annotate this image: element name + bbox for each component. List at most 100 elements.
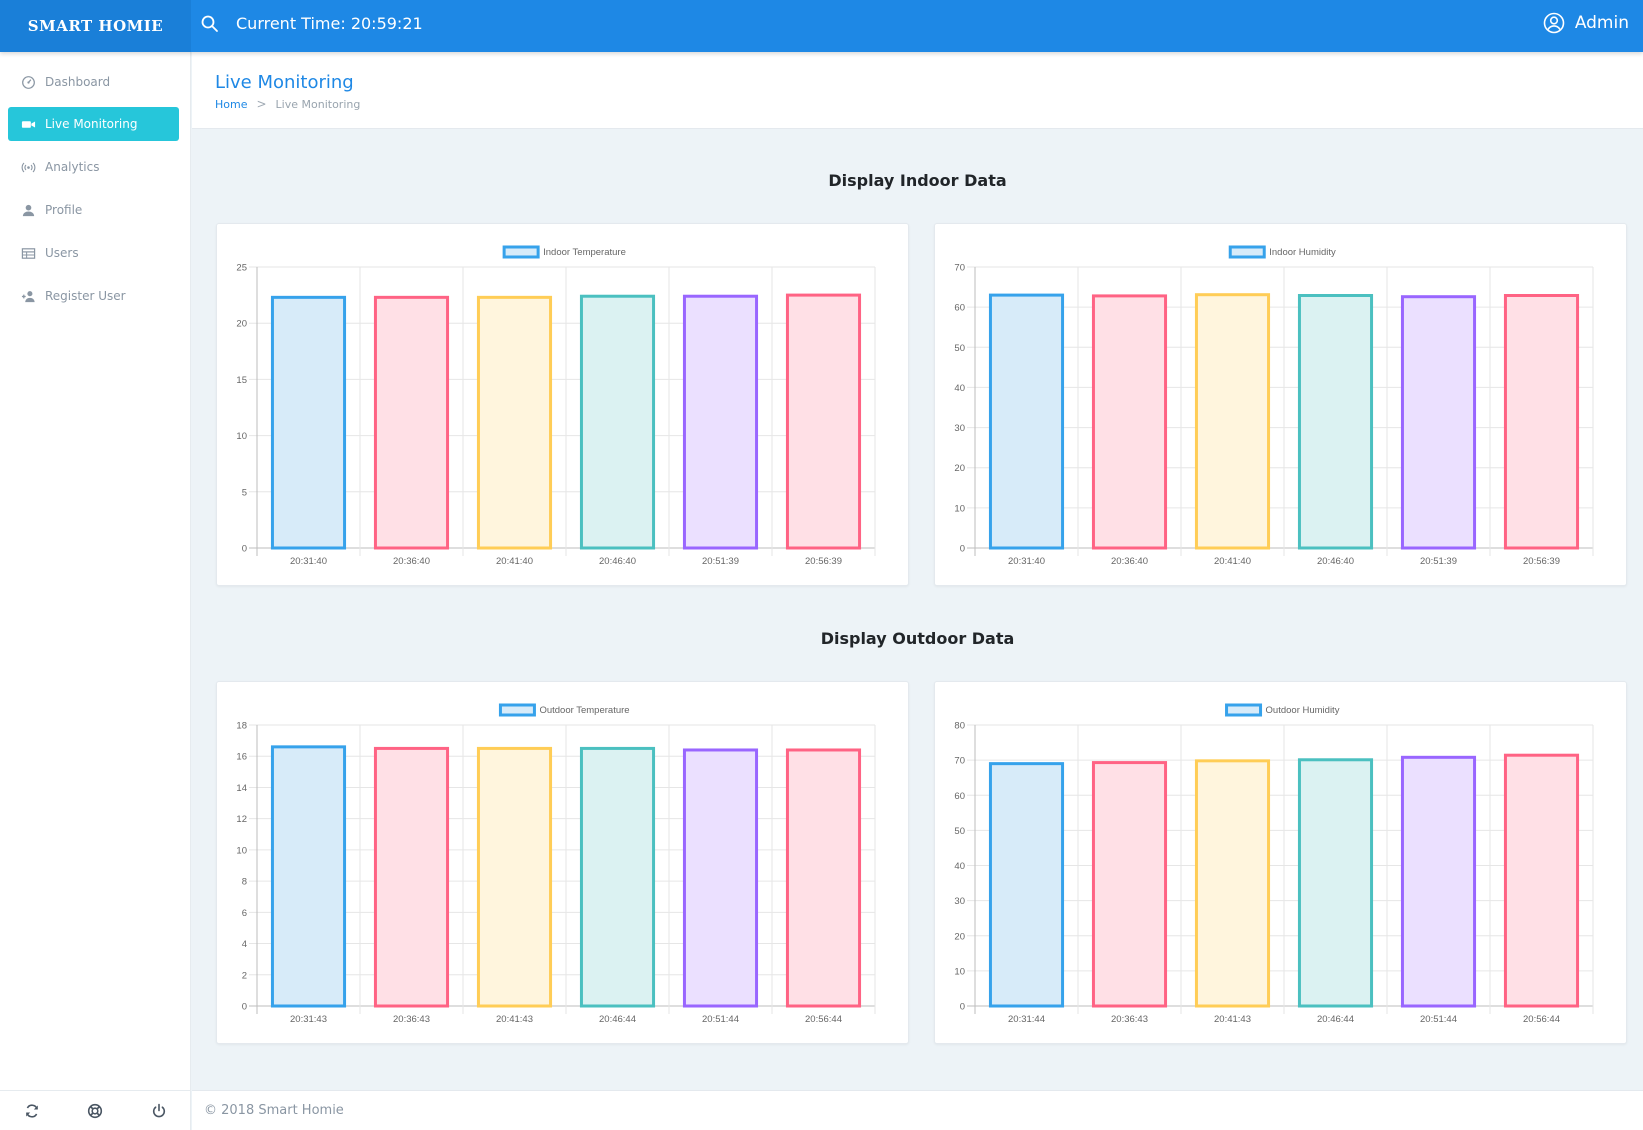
y-tick-label: 15 bbox=[236, 375, 247, 386]
chart-bar[interactable] bbox=[1091, 294, 1168, 550]
x-tick-label: 20:31:40 bbox=[1008, 556, 1045, 567]
user-circle-icon bbox=[1543, 12, 1565, 34]
chart-bar[interactable] bbox=[1297, 294, 1374, 550]
chart-bar[interactable] bbox=[988, 762, 1065, 1008]
chart-bar[interactable] bbox=[1400, 295, 1477, 550]
chart-bar[interactable] bbox=[270, 745, 347, 1008]
y-tick-label: 20 bbox=[954, 463, 965, 474]
search-icon[interactable] bbox=[200, 14, 220, 34]
person-icon bbox=[22, 204, 35, 216]
x-tick-label: 20:46:40 bbox=[1317, 556, 1354, 567]
chart-bar[interactable] bbox=[682, 748, 759, 1008]
y-tick-label: 0 bbox=[242, 1002, 247, 1013]
y-tick-label: 60 bbox=[954, 791, 965, 802]
chart-bar[interactable] bbox=[785, 293, 862, 550]
video-camera-icon bbox=[21, 120, 36, 128]
chart-bar[interactable] bbox=[476, 746, 553, 1008]
chart-bar[interactable] bbox=[270, 295, 347, 550]
y-tick-label: 60 bbox=[954, 303, 965, 314]
breadcrumb-separator: > bbox=[256, 97, 267, 111]
y-tick-label: 10 bbox=[236, 431, 247, 442]
outdoor-humidity-chart: Outdoor Humidity 0 10 20 30 40 50 60 70 80 20:31:4… bbox=[954, 703, 1594, 1025]
legend-swatch[interactable] bbox=[1228, 245, 1266, 259]
sidebar: Dashboard Live Monitoring Analytics Prof… bbox=[0, 52, 191, 1130]
y-tick-label: 50 bbox=[954, 343, 965, 354]
chart-bar[interactable] bbox=[373, 295, 450, 550]
legend-label: Indoor Temperature bbox=[543, 247, 626, 258]
top-bar: SMART HOMIE Current Time: 20:59:21 Admin bbox=[0, 0, 1643, 52]
y-tick-label: 20 bbox=[236, 319, 247, 330]
sidebar-item-label: Users bbox=[45, 246, 79, 260]
chart-bar[interactable] bbox=[785, 748, 862, 1008]
indoor-humidity-card: Indoor Humidity 0 10 20 30 40 50 60 70 20:31:40 20… bbox=[934, 223, 1627, 586]
x-tick-label: 20:46:44 bbox=[1317, 1014, 1354, 1025]
chart-bar[interactable] bbox=[1503, 753, 1580, 1008]
user-name: Admin bbox=[1574, 13, 1629, 33]
sidebar-item-label: Register User bbox=[45, 289, 126, 303]
chart-bar[interactable] bbox=[476, 295, 553, 550]
breadcrumb-home-link[interactable]: Home bbox=[215, 98, 247, 111]
x-tick-label: 20:56:44 bbox=[1523, 1014, 1560, 1025]
user-menu[interactable]: Admin bbox=[1543, 12, 1629, 34]
chart-bar[interactable] bbox=[1297, 758, 1374, 1008]
y-tick-label: 4 bbox=[242, 939, 247, 950]
x-tick-label: 20:31:43 bbox=[290, 1014, 327, 1025]
y-tick-label: 14 bbox=[236, 783, 247, 794]
broadcast-icon bbox=[21, 162, 36, 172]
outdoor-humidity-card: Outdoor Humidity 0 10 20 30 40 50 60 70 80 20:31:4… bbox=[934, 681, 1627, 1044]
legend-label: Outdoor Humidity bbox=[1266, 705, 1340, 716]
x-tick-label: 20:36:43 bbox=[1111, 1014, 1148, 1025]
sidebar-item-live-monitoring[interactable]: Live Monitoring bbox=[8, 107, 179, 141]
y-tick-label: 70 bbox=[954, 263, 965, 274]
x-tick-label: 20:51:44 bbox=[1420, 1014, 1457, 1025]
x-tick-label: 20:56:39 bbox=[805, 556, 842, 567]
y-tick-label: 2 bbox=[242, 970, 247, 981]
copyright-text: © 2018 Smart Homie bbox=[204, 1103, 344, 1118]
chart-bar[interactable] bbox=[373, 746, 450, 1008]
sidebar-item-analytics[interactable]: Analytics bbox=[8, 150, 179, 184]
legend-swatch[interactable] bbox=[498, 703, 536, 717]
legend-label: Outdoor Temperature bbox=[539, 705, 629, 716]
chart-bar[interactable] bbox=[1194, 293, 1271, 550]
y-tick-label: 40 bbox=[954, 861, 965, 872]
sidebar-footer bbox=[0, 1090, 191, 1130]
add-user-icon bbox=[21, 290, 35, 302]
breadcrumb-current: Live Monitoring bbox=[275, 97, 361, 111]
refresh-icon[interactable] bbox=[24, 1103, 40, 1119]
y-tick-label: 30 bbox=[954, 423, 965, 434]
x-tick-label: 20:46:40 bbox=[599, 556, 636, 567]
breadcrumb: Home > Live Monitoring bbox=[215, 97, 360, 111]
legend-swatch[interactable] bbox=[502, 245, 540, 259]
chart-bar[interactable] bbox=[1194, 759, 1271, 1008]
page-title: Live Monitoring bbox=[215, 72, 354, 93]
chart-bar[interactable] bbox=[1400, 755, 1477, 1008]
sidebar-item-register-user[interactable]: Register User bbox=[8, 279, 179, 313]
y-tick-label: 0 bbox=[960, 1002, 965, 1013]
legend-swatch[interactable] bbox=[1225, 703, 1263, 717]
chart-bar[interactable] bbox=[1091, 761, 1168, 1008]
brand-logo[interactable]: SMART HOMIE bbox=[0, 0, 191, 52]
y-tick-label: 12 bbox=[236, 814, 247, 825]
lifebuoy-icon[interactable] bbox=[87, 1103, 103, 1119]
sidebar-item-dashboard[interactable]: Dashboard bbox=[8, 65, 179, 99]
indoor-section-title: Display Indoor Data bbox=[828, 171, 1007, 190]
sidebar-item-profile[interactable]: Profile bbox=[8, 193, 179, 227]
x-tick-label: 20:36:40 bbox=[393, 556, 430, 567]
x-tick-label: 20:56:44 bbox=[805, 1014, 842, 1025]
sidebar-item-users[interactable]: Users bbox=[8, 236, 179, 270]
x-tick-label: 20:36:40 bbox=[1111, 556, 1148, 567]
chart-bar[interactable] bbox=[579, 294, 656, 550]
chart-bar[interactable] bbox=[988, 293, 1065, 550]
chart-bar[interactable] bbox=[1503, 294, 1580, 550]
x-tick-label: 20:51:39 bbox=[702, 556, 739, 567]
power-icon[interactable] bbox=[151, 1103, 167, 1119]
outdoor-section-title: Display Outdoor Data bbox=[820, 629, 1015, 648]
sidebar-item-label: Analytics bbox=[45, 160, 100, 174]
chart-bar[interactable] bbox=[682, 294, 759, 550]
x-tick-label: 20:31:44 bbox=[1008, 1014, 1045, 1025]
legend-label: Indoor Humidity bbox=[1269, 247, 1336, 258]
chart-bar[interactable] bbox=[579, 746, 656, 1008]
y-tick-label: 6 bbox=[242, 908, 247, 919]
outdoor-temperature-card: Outdoor Temperature 0 2 4 6 8 10 12 14 16 18 20:31:… bbox=[216, 681, 909, 1044]
dashboard-icon bbox=[22, 75, 35, 89]
